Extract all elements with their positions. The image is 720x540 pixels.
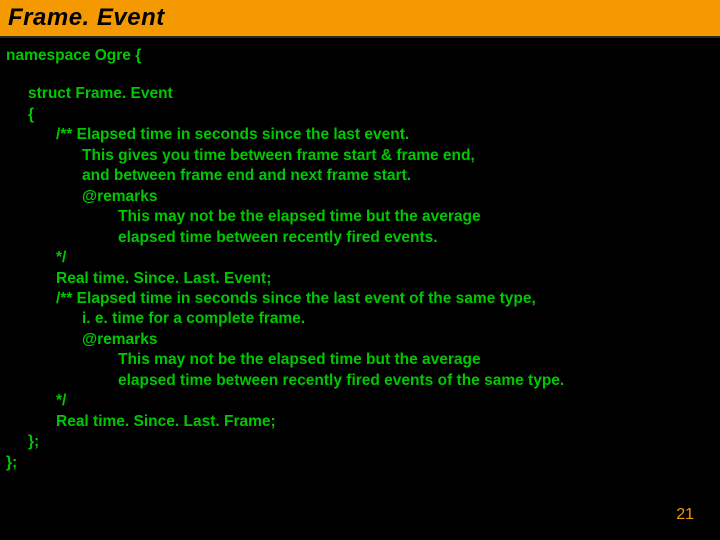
- code-line: and between frame end and next frame sta…: [6, 166, 714, 186]
- code-line: This may not be the elapsed time but the…: [6, 350, 714, 370]
- code-line: Real time. Since. Last. Event;: [6, 269, 714, 289]
- code-line: elapsed time between recently fired even…: [6, 371, 714, 391]
- code-line: struct Frame. Event: [6, 84, 714, 104]
- code-line: };: [6, 432, 714, 452]
- code-line: namespace Ogre {: [6, 46, 714, 66]
- code-line: {: [6, 105, 714, 125]
- code-line: @remarks: [6, 330, 714, 350]
- code-line: i. e. time for a complete frame.: [6, 309, 714, 329]
- slide-title: Frame. Event: [8, 4, 165, 32]
- code-line: /** Elapsed time in seconds since the la…: [6, 289, 714, 309]
- title-bar: Frame. Event: [0, 0, 720, 38]
- code-line: Real time. Since. Last. Frame;: [6, 412, 714, 432]
- code-line: elapsed time between recently fired even…: [6, 228, 714, 248]
- code-line: /** Elapsed time in seconds since the la…: [6, 125, 714, 145]
- code-line: */: [6, 391, 714, 411]
- code-block: namespace Ogre { struct Frame. Event { /…: [0, 38, 720, 473]
- code-line: This may not be the elapsed time but the…: [6, 207, 714, 227]
- page-number: 21: [676, 506, 694, 524]
- code-line: @remarks: [6, 187, 714, 207]
- code-line: */: [6, 248, 714, 268]
- code-line: };: [6, 453, 714, 473]
- code-line: This gives you time between frame start …: [6, 146, 714, 166]
